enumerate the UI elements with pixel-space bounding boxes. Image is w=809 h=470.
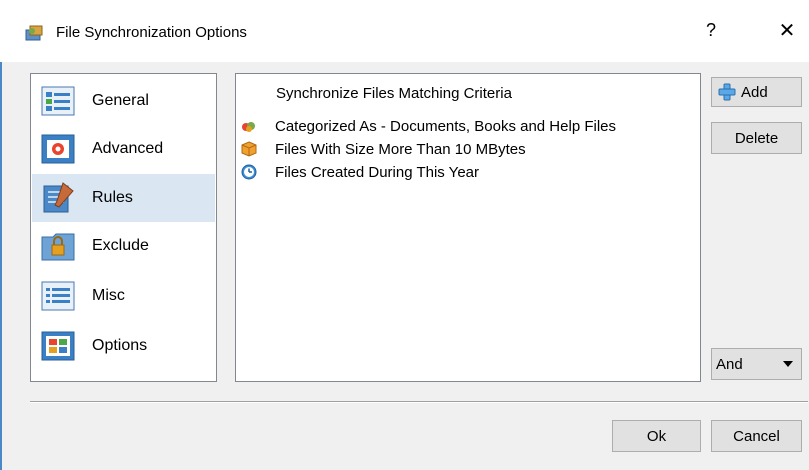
window-border — [0, 62, 2, 470]
rule-label: Categorized As - Documents, Books and He… — [275, 117, 616, 135]
exclude-icon — [41, 229, 75, 263]
nav-item-general[interactable]: General — [32, 77, 215, 125]
cancel-button-label: Cancel — [733, 427, 780, 445]
rule-label: Files With Size More Than 10 MBytes — [275, 140, 526, 158]
chevron-down-icon — [783, 361, 793, 367]
rule-label: Files Created During This Year — [275, 163, 479, 181]
rules-header: Synchronize Files Matching Criteria — [276, 85, 512, 102]
window-title: File Synchronization Options — [56, 24, 247, 41]
delete-button[interactable]: Delete — [711, 122, 802, 154]
nav-item-advanced[interactable]: Advanced — [32, 125, 215, 173]
close-button[interactable]: ✕ — [774, 18, 800, 43]
nav-item-exclude[interactable]: Exclude — [32, 222, 215, 270]
help-button[interactable]: ? — [706, 20, 716, 41]
general-icon — [41, 84, 75, 118]
nav-label-general: General — [92, 92, 149, 109]
delete-button-label: Delete — [734, 129, 779, 147]
nav-item-rules[interactable]: Rules — [32, 174, 215, 222]
nav-item-misc[interactable]: Misc — [32, 272, 215, 320]
plus-icon — [718, 83, 736, 101]
dialog-window: File Synchronization Options ? ✕ General — [0, 0, 809, 470]
clock-icon — [241, 164, 257, 180]
nav-label-options: Options — [92, 337, 148, 354]
rule-item[interactable]: Files Created During This Year — [241, 162, 479, 182]
combine-select-value: And — [716, 355, 743, 373]
rule-item[interactable]: Categorized As - Documents, Books and He… — [241, 116, 616, 136]
category-list: General Advanced Rules Exclude Misc Opti… — [30, 73, 217, 382]
ok-button[interactable]: Ok — [612, 420, 701, 452]
add-button[interactable]: Add — [711, 77, 802, 107]
combine-select[interactable]: And — [711, 348, 802, 380]
nav-label-advanced: Advanced — [92, 140, 164, 157]
nav-label-misc: Misc — [92, 287, 125, 304]
cancel-button[interactable]: Cancel — [711, 420, 802, 452]
advanced-icon — [41, 132, 75, 166]
rules-list[interactable]: Synchronize Files Matching Criteria Cate… — [235, 73, 701, 382]
rules-icon — [41, 181, 75, 215]
app-icon — [24, 24, 44, 42]
divider-highlight — [30, 402, 808, 403]
nav-item-options[interactable]: Options — [32, 322, 215, 370]
options-icon — [41, 329, 75, 363]
rule-item[interactable]: Files With Size More Than 10 MBytes — [241, 139, 526, 159]
nav-label-exclude: Exclude — [92, 237, 149, 254]
ok-button-label: Ok — [646, 427, 667, 445]
nav-label-rules: Rules — [92, 189, 133, 206]
misc-icon — [41, 279, 75, 313]
size-icon — [241, 141, 257, 157]
title-bar: File Synchronization Options ? ✕ — [0, 0, 809, 62]
category-icon — [241, 118, 257, 134]
add-button-label: Add — [741, 83, 768, 101]
